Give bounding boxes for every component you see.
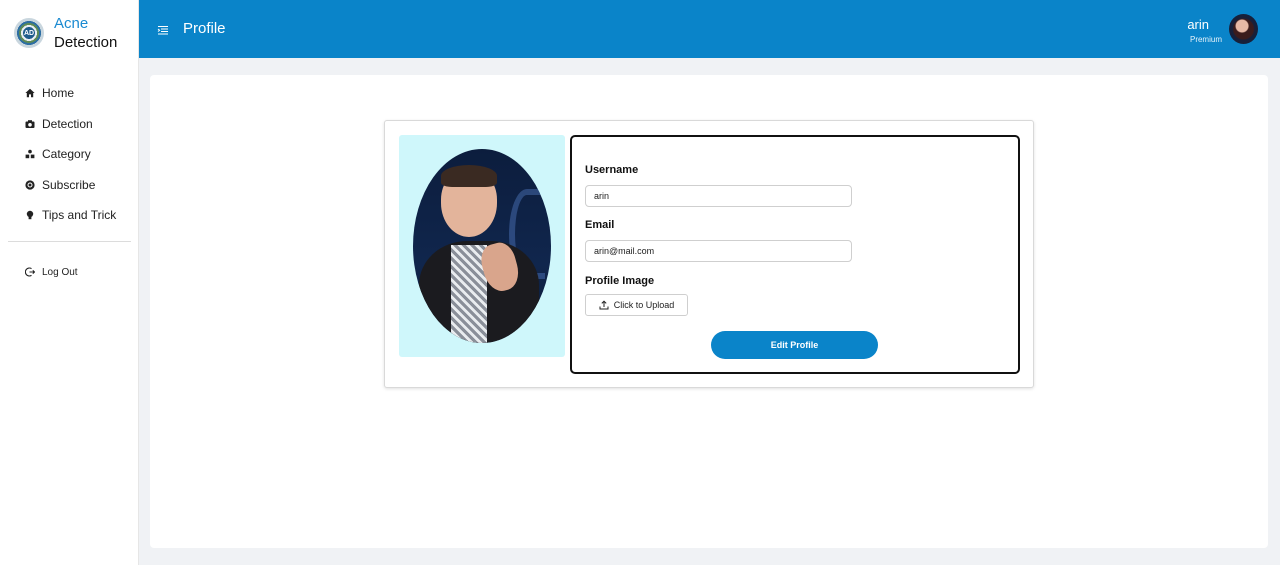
sidebar-item-category[interactable]: Category bbox=[0, 139, 139, 170]
profile-image-label: Profile Image bbox=[585, 275, 655, 287]
profile-photo-container bbox=[399, 135, 565, 357]
brand[interactable]: AD Acne Detection bbox=[14, 14, 117, 52]
sidebar-item-detection[interactable]: Detection bbox=[0, 109, 139, 140]
brand-logo: AD bbox=[14, 18, 44, 48]
logout-button[interactable]: Log Out bbox=[0, 262, 139, 282]
brand-title-line2: Detection bbox=[54, 34, 118, 51]
sidebar-divider bbox=[8, 241, 131, 242]
sidebar-item-label: Detection bbox=[42, 116, 93, 131]
sidebar-item-label: Category bbox=[42, 147, 91, 162]
upload-button[interactable]: Click to Upload bbox=[585, 294, 688, 316]
username-label: Username bbox=[585, 164, 639, 176]
profile-card: Username Email Profile Image Click to Up… bbox=[384, 120, 1034, 388]
email-label: Email bbox=[585, 219, 615, 231]
sidebar-nav: Home Detection Category Subscribe Tips a… bbox=[0, 78, 139, 231]
logout-label: Log Out bbox=[42, 266, 78, 278]
user-tier-badge: Premium bbox=[1189, 35, 1222, 44]
email-field[interactable] bbox=[585, 240, 852, 262]
upload-icon bbox=[599, 300, 609, 310]
brand-text: Acne Detection bbox=[54, 14, 117, 52]
logout-icon bbox=[25, 267, 35, 277]
sidebar-item-subscribe[interactable]: Subscribe bbox=[0, 170, 139, 201]
page-title: Profile bbox=[183, 20, 226, 37]
user-name: arin bbox=[1187, 17, 1209, 32]
sidebar-item-tips[interactable]: Tips and Trick bbox=[0, 200, 139, 231]
top-header: Profile arin Premium bbox=[139, 0, 1280, 58]
sidebar-item-label: Tips and Trick bbox=[42, 208, 117, 223]
avatar[interactable] bbox=[1229, 14, 1258, 44]
username-field[interactable] bbox=[585, 185, 852, 207]
home-icon bbox=[25, 88, 35, 98]
subscribe-icon bbox=[25, 180, 35, 190]
lightbulb-icon bbox=[25, 210, 35, 220]
profile-photo bbox=[413, 149, 551, 343]
edit-profile-button[interactable]: Edit Profile bbox=[711, 331, 878, 359]
category-icon bbox=[25, 149, 35, 159]
sidebar: AD Acne Detection Home Detection Categor… bbox=[0, 0, 139, 565]
brand-title-line1: Acne bbox=[54, 15, 89, 32]
sidebar-item-home[interactable]: Home bbox=[0, 78, 139, 109]
menu-toggle-icon[interactable] bbox=[157, 23, 169, 35]
profile-form: Username Email Profile Image Click to Up… bbox=[570, 135, 1020, 374]
sidebar-item-label: Home bbox=[42, 86, 75, 101]
camera-icon bbox=[25, 119, 35, 129]
upload-label: Click to Upload bbox=[613, 300, 675, 310]
sidebar-item-label: Subscribe bbox=[42, 177, 96, 192]
